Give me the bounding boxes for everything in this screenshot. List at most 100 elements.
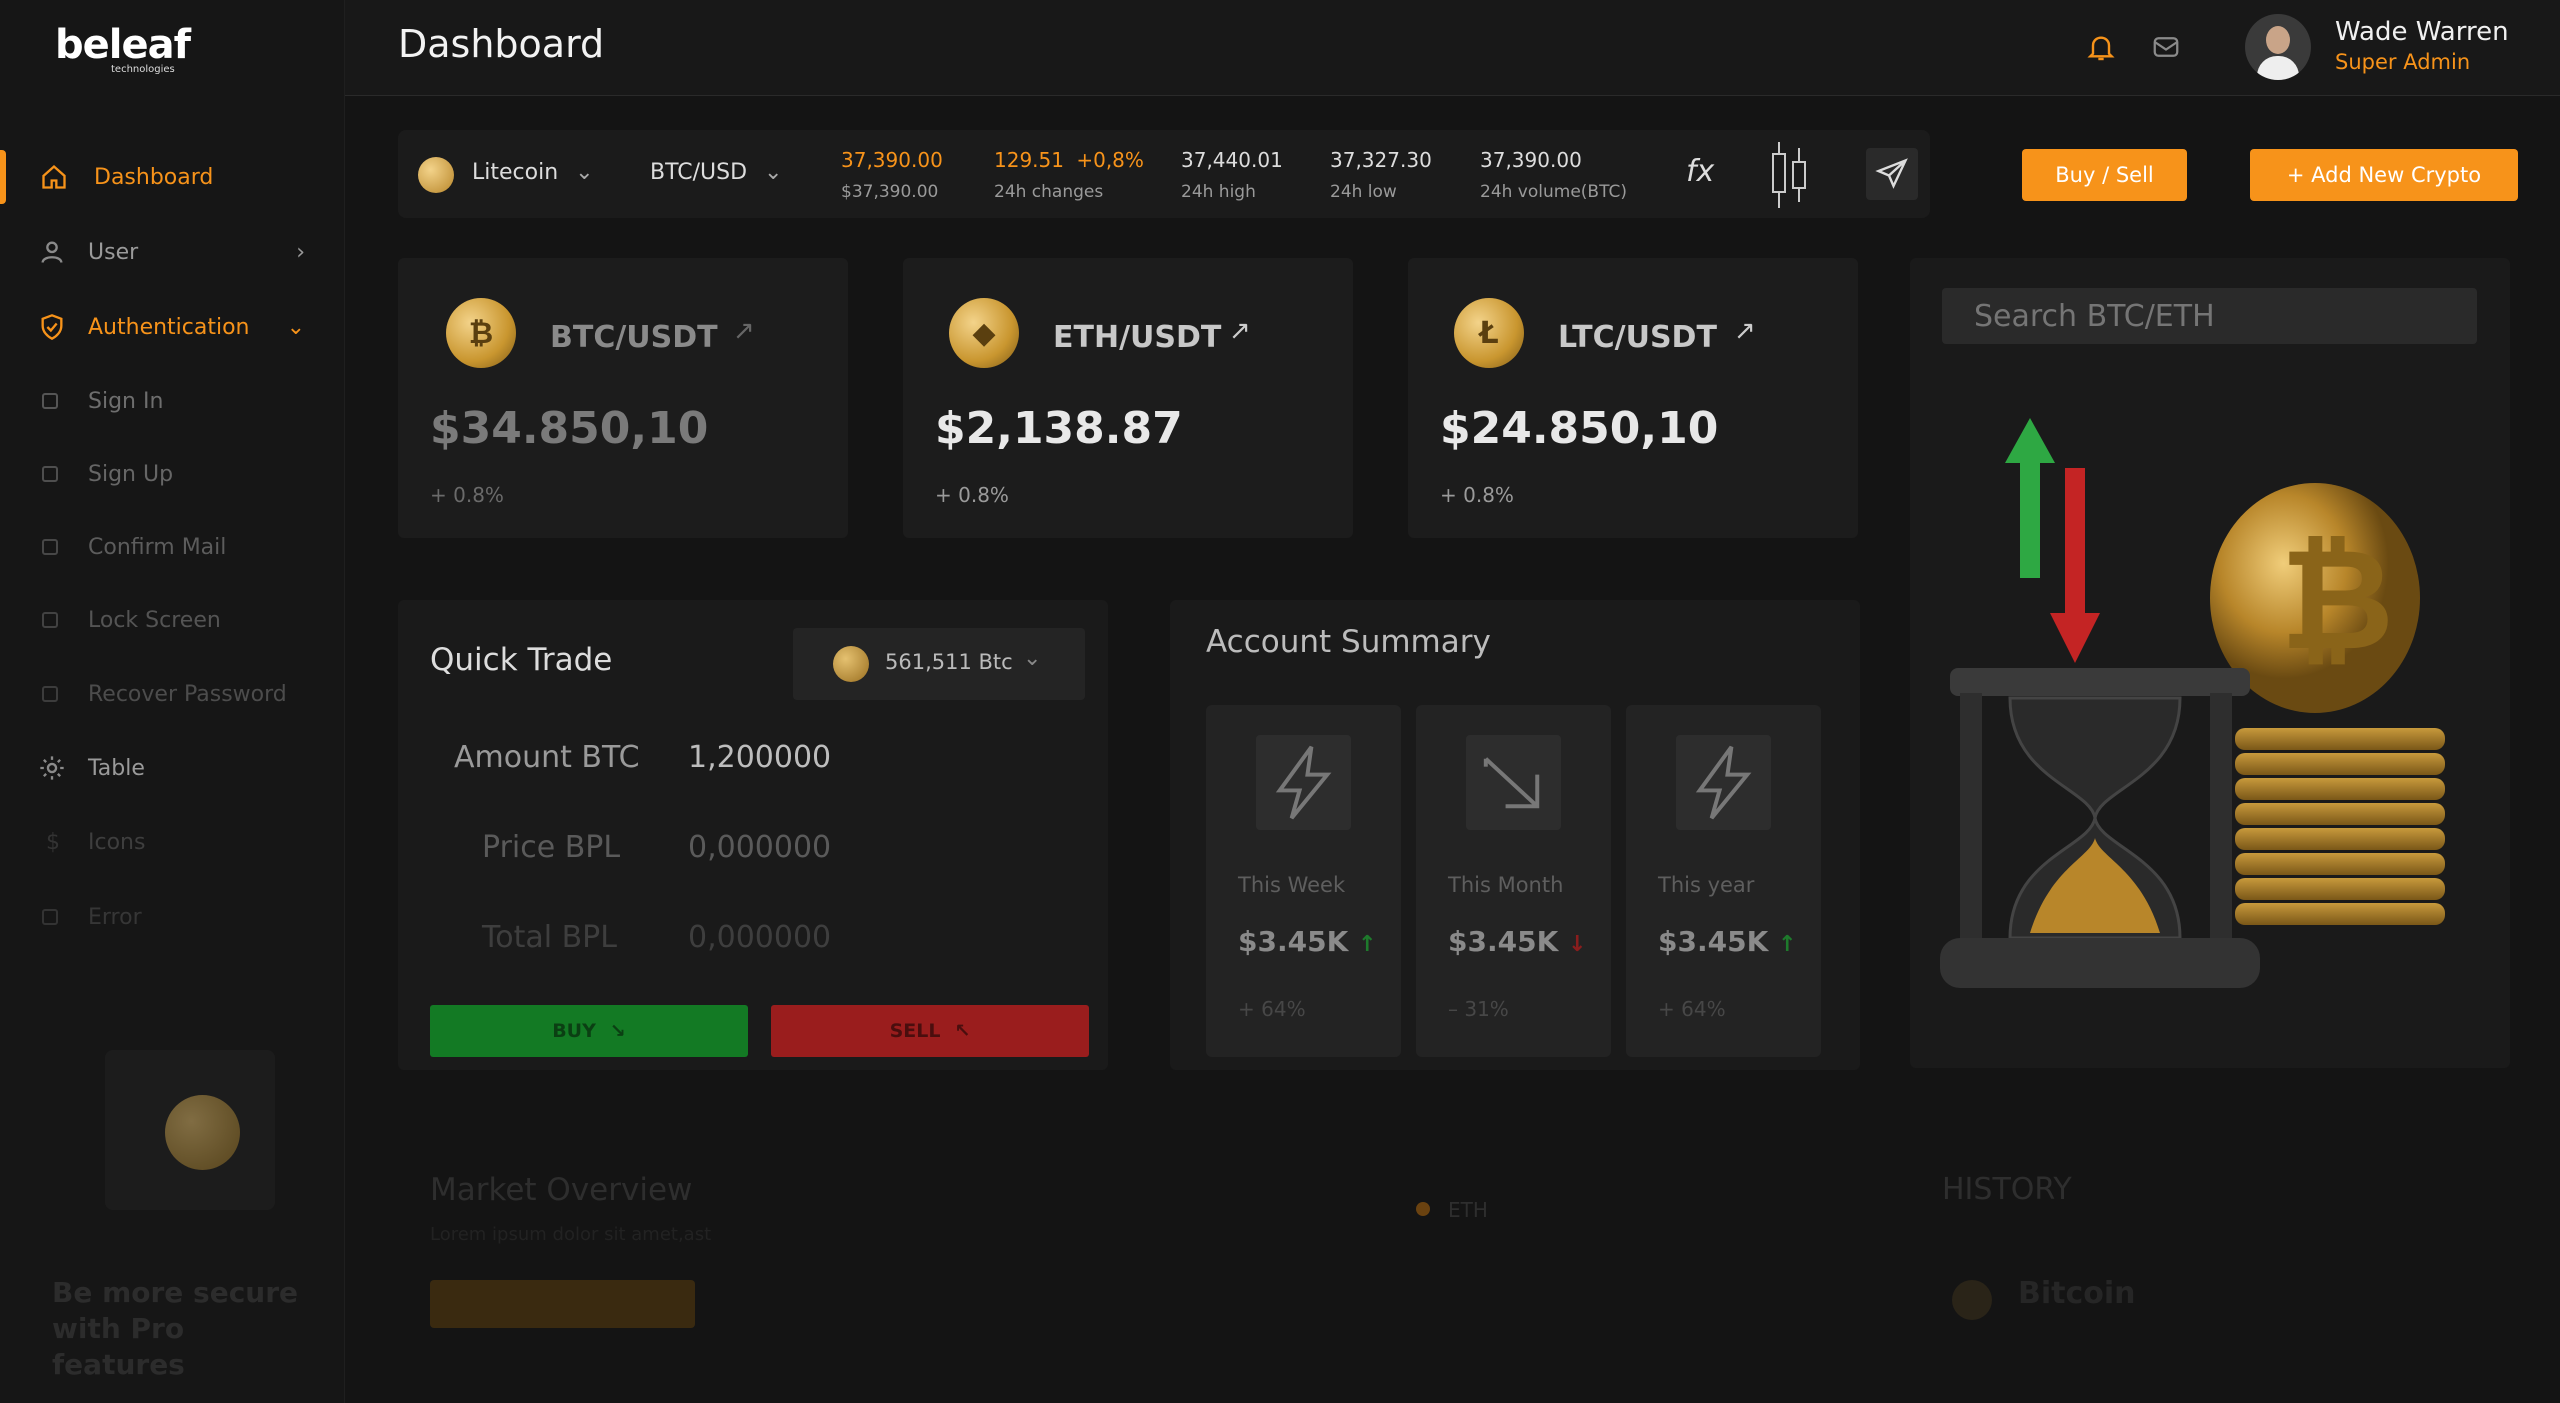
sidebar-item-label: Lock Screen	[88, 607, 221, 633]
change-value: 129.51 +0,8%	[994, 148, 1144, 172]
sidebar-item-error[interactable]: Error	[0, 887, 345, 947]
gear-icon	[40, 756, 64, 780]
coin-select[interactable]: Litecoin ⌄	[472, 160, 594, 185]
low-value: 37,327.30	[1330, 148, 1432, 172]
sidebar-item-label: Authentication	[88, 314, 250, 340]
bitcoin-coin-icon	[165, 1095, 240, 1170]
volume-label: 24h volume(BTC)	[1480, 182, 1627, 202]
summary-card-week[interactable]: This Week $3.45K ↑ + 64%	[1206, 705, 1401, 1057]
arrow-up-icon: ↑	[1778, 932, 1797, 957]
market-title: Market Overview	[430, 1172, 693, 1208]
arrow-down-icon: ↓	[1568, 932, 1587, 957]
top-header: Dashboard Wade Warren Super Admin	[345, 0, 2560, 96]
send-icon	[1875, 158, 1908, 189]
total-input[interactable]: 0,000000	[688, 920, 831, 955]
ticker-bar: Litecoin ⌄ BTC/USD ⌄ 37,390.00 $37,390.0…	[398, 130, 1930, 218]
price-label: Price BPL	[482, 830, 621, 865]
buy-button[interactable]: BUY ↘	[430, 1005, 748, 1057]
bitcoin-coin-icon: ₿	[446, 298, 516, 368]
trend-up-icon: ↗	[1229, 316, 1251, 346]
chevron-right-icon: ›	[296, 239, 305, 265]
add-new-crypto-button[interactable]: + Add New Crypto	[2250, 149, 2518, 201]
arrow-down-right-icon: ↘	[609, 1020, 626, 1042]
sidebar-item-label: Error	[88, 904, 142, 930]
bitcoin-coin-icon	[1952, 1280, 1992, 1320]
price-card-eth[interactable]: ◆ ETH/USDT ↗ $2,138.87 + 0.8%	[903, 258, 1353, 538]
price-card-btc[interactable]: ₿ BTC/USDT ↗ $34.850,10 + 0.8%	[398, 258, 848, 538]
quick-trade-title: Quick Trade	[430, 642, 613, 678]
price-card-ltc[interactable]: Ł LTC/USDT ↗ $24.850,10 + 0.8%	[1408, 258, 1858, 538]
amount-input[interactable]: 1,200000	[688, 740, 831, 775]
lightning-icon	[1256, 735, 1351, 830]
card-change: + 0.8%	[935, 483, 1009, 507]
search-input[interactable]	[1942, 288, 2477, 344]
history-panel: HISTORY Bitcoin	[1910, 1130, 2510, 1403]
sidebar-item-lock-screen[interactable]: Lock Screen	[0, 590, 345, 650]
buy-sell-button[interactable]: Buy / Sell	[2022, 149, 2187, 201]
sidebar-item-recover-password[interactable]: Recover Password	[0, 664, 345, 724]
square-icon	[42, 466, 58, 482]
pair-select[interactable]: BTC/USD ⌄	[650, 160, 782, 185]
user-name: Wade Warren	[2335, 17, 2509, 47]
sidebar-item-sign-up[interactable]: Sign Up	[0, 444, 345, 504]
chevron-down-icon: ⌄	[1023, 646, 1042, 671]
sidebar-item-label: Confirm Mail	[88, 534, 227, 560]
mail-icon[interactable]	[2150, 32, 2182, 62]
amount-label: Amount BTC	[454, 740, 640, 775]
candlestick-icon[interactable]	[1764, 140, 1814, 210]
chevron-down-icon: ⌄	[575, 160, 594, 185]
sidebar-item-dashboard[interactable]: Dashboard	[0, 147, 345, 207]
sidebar-item-label: Table	[88, 755, 145, 781]
sell-button[interactable]: SELL ↖	[771, 1005, 1089, 1057]
square-icon	[42, 686, 58, 702]
sidebar: beleaf technologies Dashboard User › Auth…	[0, 0, 345, 1403]
card-pair: ETH/USDT	[1053, 320, 1222, 355]
last-price: 37,390.00	[841, 148, 943, 172]
user-role: Super Admin	[2335, 50, 2471, 74]
quick-trade-panel: Quick Trade 561,511 Btc ⌄ Amount BTC 1,2…	[398, 600, 1108, 1070]
summary-card-year[interactable]: This year $3.45K ↑ + 64%	[1626, 705, 1821, 1057]
user-icon	[41, 241, 63, 263]
sidebar-item-authentication[interactable]: Authentication ⌄	[0, 297, 345, 357]
sidebar-item-sign-in[interactable]: Sign In	[0, 371, 345, 431]
change-label: 24h changes	[994, 182, 1104, 202]
sidebar-item-user[interactable]: User ›	[0, 222, 345, 282]
sidebar-item-icons[interactable]: $ Icons	[0, 812, 345, 872]
market-button[interactable]	[430, 1280, 695, 1328]
volume-value: 37,390.00	[1480, 148, 1582, 172]
avatar[interactable]	[2245, 14, 2311, 80]
legend-dot	[1416, 1202, 1430, 1216]
square-icon	[42, 393, 58, 409]
price-input[interactable]: 0,000000	[688, 830, 831, 865]
home-icon	[42, 164, 66, 189]
wallet-select[interactable]: 561,511 Btc ⌄	[793, 628, 1085, 700]
dollar-icon: $	[46, 829, 60, 855]
square-icon	[42, 539, 58, 555]
arrow-down-right-icon	[1466, 735, 1561, 830]
bell-icon[interactable]	[2085, 30, 2117, 64]
summary-value: $3.45K ↑	[1238, 925, 1377, 958]
history-row-label[interactable]: Bitcoin	[2018, 1276, 2136, 1311]
high-label: 24h high	[1181, 182, 1256, 202]
litecoin-coin-icon: Ł	[1454, 298, 1524, 368]
sidebar-item-label: Recover Password	[88, 681, 287, 707]
svg-text:₿: ₿	[2280, 519, 2394, 682]
total-label: Total BPL	[482, 920, 617, 955]
sidebar-item-confirm-mail[interactable]: Confirm Mail	[0, 517, 345, 577]
send-button[interactable]	[1866, 148, 1918, 200]
account-summary-title: Account Summary	[1206, 624, 1491, 660]
document-icon	[42, 909, 58, 925]
card-change: + 0.8%	[430, 483, 504, 507]
sidebar-item-label: Dashboard	[94, 164, 214, 190]
fx-button[interactable]: fx	[1686, 154, 1714, 189]
square-icon	[42, 612, 58, 628]
sidebar-item-label: Sign In	[88, 388, 164, 414]
summary-card-month[interactable]: This Month $3.45K ↓ – 31%	[1416, 705, 1611, 1057]
sidebar-item-table[interactable]: Table	[0, 738, 345, 798]
safe-illustration	[105, 1050, 275, 1210]
summary-label: This year	[1658, 873, 1755, 897]
arrow-up-left-icon: ↖	[954, 1020, 971, 1042]
hourglass-coins-illustration: ₿	[1940, 418, 2445, 988]
brand-logo[interactable]: beleaf technologies	[55, 22, 191, 75]
shield-icon	[41, 314, 63, 340]
